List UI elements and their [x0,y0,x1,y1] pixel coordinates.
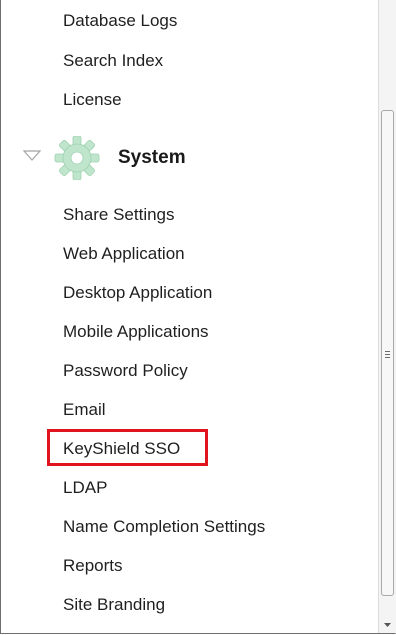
nav-item-reports[interactable]: Reports [63,555,123,577]
nav-item-site-branding[interactable]: Site Branding [63,594,165,616]
nav-item-mobile-applications[interactable]: Mobile Applications [63,321,209,343]
nav-item-password-policy[interactable]: Password Policy [63,360,188,382]
nav-item-share-settings[interactable]: Share Settings [63,204,175,226]
nav-item-desktop-application[interactable]: Desktop Application [63,282,212,304]
vertical-scrollbar[interactable] [378,0,396,633]
nav-item-search-index[interactable]: Search Index [63,50,163,72]
highlight-box [47,429,208,466]
arrow-down-icon[interactable] [379,617,396,633]
nav-item-name-completion-settings[interactable]: Name Completion Settings [63,516,265,538]
scroll-grip-icon [385,351,390,360]
scroll-thumb[interactable] [381,110,394,596]
nav-item-web-application[interactable]: Web Application [63,243,185,265]
chevron-down-icon[interactable] [23,149,41,163]
section-title: System [118,147,186,168]
nav-item-database-logs[interactable]: Database Logs [63,10,177,32]
nav-item-license[interactable]: License [63,89,122,111]
gear-icon [54,136,100,180]
admin-nav-panel: Database Logs Search Index License Syste… [1,0,377,632]
nav-item-email[interactable]: Email [63,399,106,421]
section-header-system[interactable]: System [23,136,243,180]
nav-item-ldap[interactable]: LDAP [63,477,107,499]
